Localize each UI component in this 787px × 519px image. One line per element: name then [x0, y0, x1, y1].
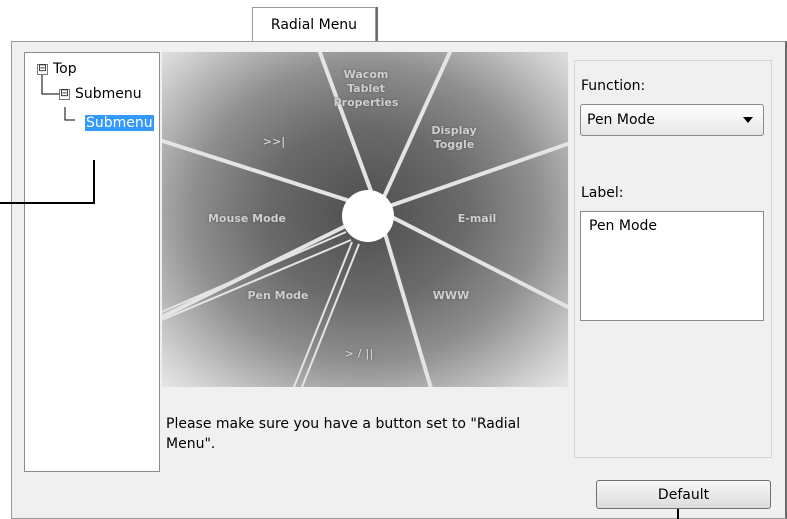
slice-next-track: >>|	[262, 135, 286, 148]
pen-mode-outline	[162, 231, 352, 321]
tab-radial-menu[interactable]: Radial Menu	[252, 7, 376, 41]
tree-item-label: Submenu	[75, 86, 142, 102]
slice-play-pause: > / ||	[344, 347, 374, 360]
function-dropdown-value: Pen Mode	[587, 112, 656, 128]
slice-wacom-tablet-properties: Wacom Tablet Properties	[333, 68, 399, 109]
collapse-icon[interactable]: ⊟	[59, 88, 70, 100]
tree-item-label: Top	[53, 61, 77, 77]
help-text: Please make sure you have a button set t…	[166, 416, 521, 452]
menu-tree[interactable]: ⊟ Top ⊟ Submenu Submenu	[24, 52, 160, 472]
callout-line	[93, 160, 95, 204]
radial-menu-preview: Wacom Tablet Properties Display Toggle E…	[162, 52, 568, 387]
chevron-down-icon	[743, 117, 753, 123]
function-dropdown[interactable]: Pen Mode	[580, 104, 764, 136]
callout-line	[0, 202, 94, 204]
radial-center	[342, 190, 394, 242]
label-input[interactable]: Pen Mode	[580, 211, 764, 321]
tab-radial-menu-label: Radial Menu	[270, 16, 358, 33]
tree-item-label: Submenu	[85, 115, 154, 131]
slice-mouse-mode: Mouse Mode	[207, 212, 286, 225]
collapse-icon[interactable]: ⊟	[37, 63, 48, 75]
slice-email: E-mail	[457, 212, 497, 225]
default-button[interactable]: Default	[596, 480, 771, 509]
label-field-label: Label:	[581, 185, 624, 201]
slice-display-toggle: Display Toggle	[431, 124, 477, 151]
label-input-value: Pen Mode	[589, 218, 658, 234]
callout-line	[677, 509, 679, 519]
pen-mode-outline	[292, 241, 360, 387]
tree-item-top[interactable]: ⊟ Top	[37, 59, 77, 79]
slice-pen-mode: Pen Mode	[247, 289, 309, 302]
default-button-label: Default	[657, 486, 710, 503]
tree-item-submenu[interactable]: ⊟ Submenu	[59, 84, 142, 104]
tree-item-submenu-selected[interactable]: Submenu	[85, 113, 154, 133]
slice-www: WWW	[432, 289, 470, 302]
function-label: Function:	[581, 78, 646, 94]
